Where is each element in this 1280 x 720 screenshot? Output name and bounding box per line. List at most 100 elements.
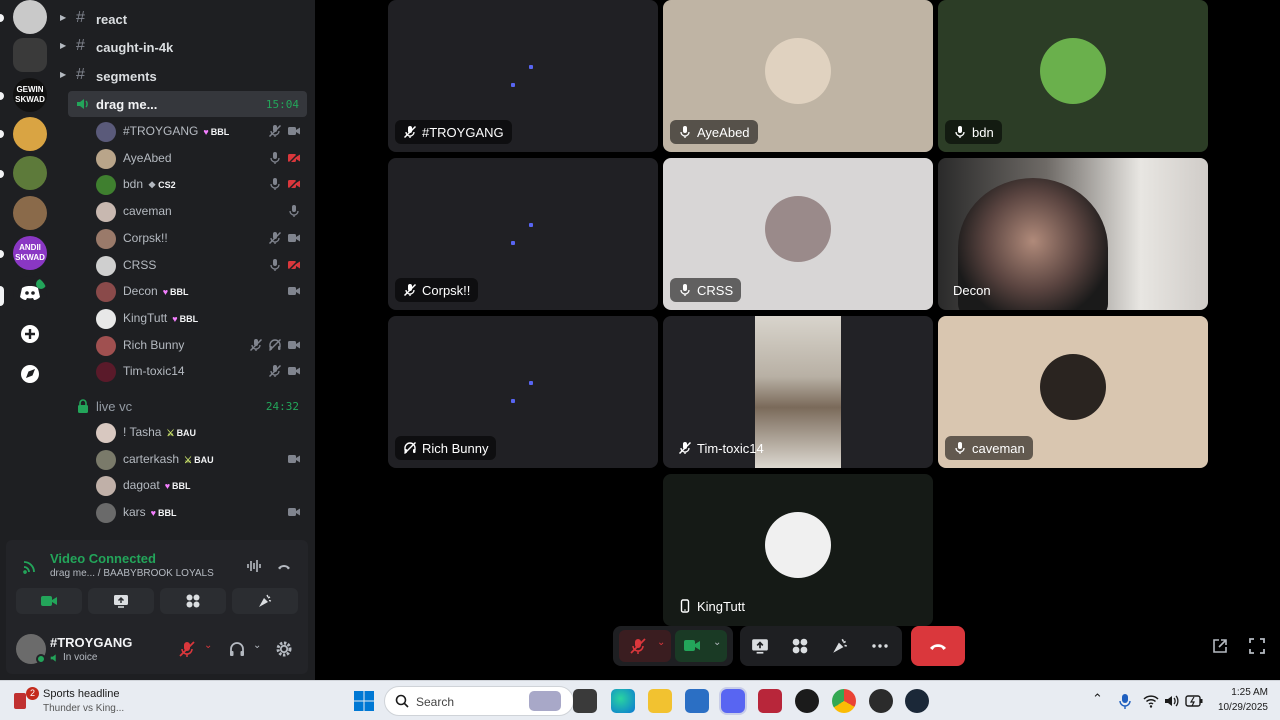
voice-member[interactable]: dagoat ♥ BBL <box>90 473 307 497</box>
avatar <box>96 148 116 169</box>
discover-icon[interactable] <box>13 357 47 391</box>
add-server-icon[interactable] <box>13 317 47 351</box>
microphone-tray-icon[interactable] <box>1118 693 1132 709</box>
news-widget[interactable]: 2 Sports headline Thunder vs King... <box>8 685 148 717</box>
participant-tile[interactable]: CRSS <box>663 158 933 310</box>
chevron-down-icon[interactable]: ⌄ <box>204 640 212 651</box>
member-status-icons <box>268 257 301 277</box>
server-icon[interactable]: ANDII SKWAD <box>13 236 47 270</box>
participant-tile[interactable]: Decon <box>938 158 1208 310</box>
participant-tile[interactable]: Rich Bunny <box>388 316 658 468</box>
voice-member[interactable]: Tim-toxic14 <box>90 359 307 383</box>
participant-tile[interactable]: KingTutt <box>663 474 933 626</box>
soundboard-icon[interactable] <box>831 637 849 655</box>
voice-member[interactable]: CRSS <box>90 253 307 277</box>
steam-icon[interactable] <box>905 689 929 713</box>
task-view-icon[interactable] <box>573 689 597 713</box>
participant-tile[interactable]: AyeAbed <box>663 0 933 152</box>
camera-toggle-button[interactable] <box>16 588 82 614</box>
headphones-icon[interactable] <box>228 640 246 658</box>
member-name: bdn <box>123 177 144 192</box>
soundboard-button[interactable] <box>232 588 298 614</box>
text-channel-caught-in-4k[interactable]: ▶ # caught-in-4k <box>60 34 315 60</box>
voice-member[interactable]: kars ♥ BBL <box>90 500 307 524</box>
app-icon[interactable] <box>795 689 819 713</box>
server-icon[interactable] <box>13 0 47 34</box>
camera-icon <box>287 284 301 303</box>
voice-member[interactable]: caveman <box>90 199 307 223</box>
member-name-row: carterkash ⚔ BAU <box>123 452 214 466</box>
store-icon[interactable] <box>685 689 709 713</box>
server-tag: ♥ BBL <box>203 127 230 137</box>
activities-icon[interactable] <box>791 637 809 655</box>
speaking-dot <box>511 241 515 245</box>
mute-button[interactable]: ⌄ <box>619 630 671 662</box>
member-status-icons <box>268 151 301 170</box>
screen-share-icon[interactable] <box>751 637 769 655</box>
voice-member[interactable]: carterkash ⚔ BAU <box>90 447 307 471</box>
server-icon[interactable] <box>13 196 47 230</box>
disconnect-icon[interactable] <box>276 558 292 574</box>
voice-member[interactable]: bdn ❖ CS2 <box>90 172 307 196</box>
voice-member[interactable]: ! Tasha ⚔ BAU <box>90 420 307 444</box>
server-icon[interactable] <box>13 38 47 72</box>
participant-tile[interactable]: #TROYGANG <box>388 0 658 152</box>
voice-member[interactable]: AyeAbed <box>90 146 307 170</box>
mic-icon <box>953 441 967 455</box>
voice-member[interactable]: Corpsk!! <box>90 226 307 250</box>
file-explorer-icon[interactable] <box>648 689 672 713</box>
fullscreen-icon[interactable] <box>1248 637 1266 655</box>
member-name: CRSS <box>123 257 157 272</box>
camera-icon <box>287 505 301 524</box>
windows-taskbar: 2 Sports headline Thunder vs King... Sea… <box>0 680 1280 720</box>
voice-member[interactable]: Rich Bunny <box>90 333 307 357</box>
voice-channel-drag-me[interactable]: drag me... 15:04 <box>68 91 307 117</box>
gear-icon[interactable] <box>275 640 293 658</box>
chevron-up-icon[interactable]: ⌃ <box>1092 691 1103 707</box>
voice-member[interactable]: KingTutt ♥ BBL <box>90 306 307 330</box>
clock[interactable]: 1:25 AM 10/29/2025 <box>1218 685 1268 715</box>
chevron-down-icon[interactable]: ⌄ <box>253 640 261 651</box>
text-channel-segments[interactable]: ▶ # segments <box>60 63 315 89</box>
battery-icon[interactable] <box>1185 694 1203 708</box>
discord-taskbar-icon[interactable] <box>721 689 745 713</box>
mic-muted-icon[interactable] <box>178 640 196 658</box>
volume-icon[interactable] <box>1164 693 1180 709</box>
noise-suppression-icon[interactable] <box>246 558 262 574</box>
server-icon[interactable]: GEWIN SKWAD <box>13 78 47 112</box>
chrome-icon[interactable] <box>832 689 856 713</box>
taskbar-search[interactable]: Search <box>384 686 574 716</box>
text-channel-react[interactable]: ▶ # react <box>60 6 315 32</box>
app-icon[interactable] <box>758 689 782 713</box>
voice-channel-live-vc[interactable]: live vc 24:32 <box>68 393 307 419</box>
username[interactable]: #TROYGANG <box>50 635 132 650</box>
chevron-down-icon[interactable]: ⌄ <box>657 637 665 648</box>
pop-out-icon[interactable] <box>1211 637 1229 655</box>
server-icon[interactable] <box>13 117 47 151</box>
participant-tile[interactable]: Corpsk!! <box>388 158 658 310</box>
mic-icon <box>678 283 692 297</box>
more-options-icon[interactable] <box>871 637 889 655</box>
app-icon[interactable] <box>869 689 893 713</box>
wifi-icon[interactable] <box>1143 693 1159 709</box>
voice-member[interactable]: #TROYGANG ♥ BBL <box>90 119 307 143</box>
screen-share-button[interactable] <box>88 588 154 614</box>
participant-tile[interactable]: caveman <box>938 316 1208 468</box>
discord-home-icon[interactable] <box>13 276 47 310</box>
activities-button[interactable] <box>160 588 226 614</box>
member-name: Tim-toxic14 <box>123 364 185 379</box>
edge-icon[interactable] <box>611 689 635 713</box>
participant-tile[interactable]: bdn <box>938 0 1208 152</box>
unread-pip <box>0 92 4 100</box>
chevron-down-icon[interactable]: ⌄ <box>713 637 721 648</box>
camera-icon <box>287 364 301 383</box>
voice-member[interactable]: Decon ♥ BBL <box>90 279 307 303</box>
server-tag-text: BBL <box>170 287 189 298</box>
leave-call-button[interactable] <box>911 626 965 666</box>
server-icon[interactable] <box>13 156 47 190</box>
connection-channel-path[interactable]: drag me... / BAABYBROOK LOYALS <box>50 568 214 579</box>
participant-tile[interactable]: Tim-toxic14 <box>663 316 933 468</box>
phone-icon <box>678 599 692 613</box>
start-button[interactable] <box>352 689 376 713</box>
camera-button[interactable]: ⌄ <box>675 630 727 662</box>
